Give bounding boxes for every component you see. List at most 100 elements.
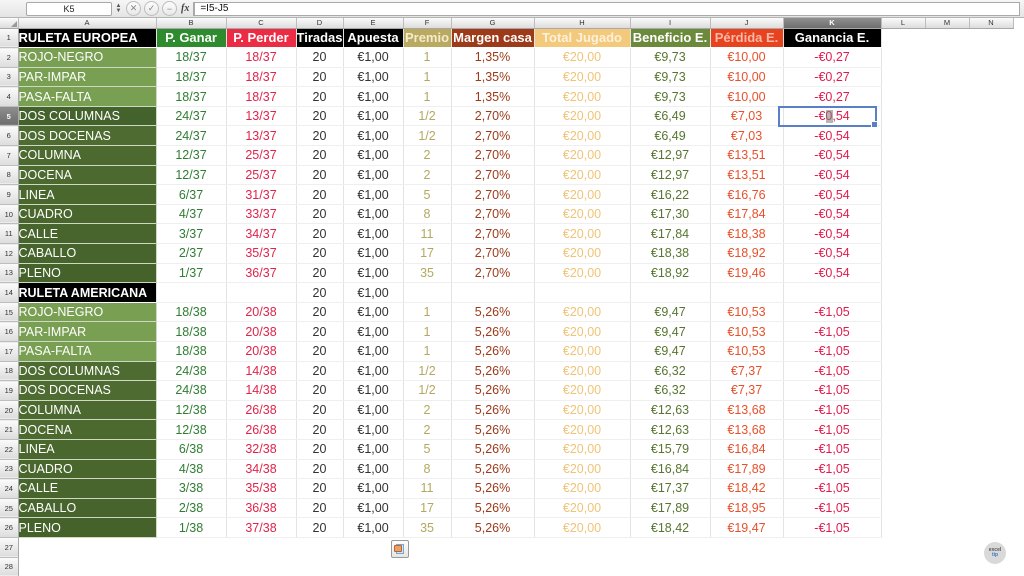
- empty-cell[interactable]: [925, 145, 970, 166]
- column-header-k[interactable]: K: [783, 18, 882, 29]
- cell-tiradas-23[interactable]: 20: [296, 459, 344, 480]
- cell-margen-18[interactable]: 5,26%: [451, 361, 535, 382]
- cell-apuesta-15[interactable]: €1,00: [343, 302, 404, 323]
- column-header-h[interactable]: H: [534, 18, 631, 29]
- cell-ganar-9[interactable]: 6/37: [156, 184, 227, 205]
- cell-tiradas-12[interactable]: 20: [296, 243, 344, 264]
- cell-ganar-25[interactable]: 2/38: [156, 498, 227, 519]
- cell-tiradas-4[interactable]: 20: [296, 86, 344, 107]
- cell-tiradas-19[interactable]: 20: [296, 380, 344, 401]
- cell-perder-8[interactable]: 25/37: [226, 165, 297, 186]
- accept-icon[interactable]: ✓: [144, 1, 159, 16]
- empty-cell[interactable]: [226, 557, 296, 576]
- cell-premio-16[interactable]: 1: [403, 321, 452, 342]
- empty-cell[interactable]: [925, 243, 970, 264]
- cell-ganancia-13[interactable]: -€0,54: [783, 263, 882, 284]
- empty-cell[interactable]: [969, 125, 1014, 146]
- row-header-15[interactable]: 15: [0, 302, 19, 323]
- empty-cell[interactable]: [925, 165, 970, 185]
- empty-cell[interactable]: [881, 184, 926, 205]
- cell-name-8[interactable]: DOCENA: [18, 165, 157, 186]
- cell-premio-19[interactable]: 1/2: [403, 380, 452, 401]
- cell-beneficio-3[interactable]: €9,73: [630, 67, 711, 88]
- empty-cell[interactable]: [710, 557, 784, 576]
- cell-perder-2[interactable]: 18/37: [226, 47, 297, 68]
- row-header-10[interactable]: 10: [0, 204, 19, 225]
- cell-premio-13[interactable]: 35: [403, 263, 452, 284]
- empty-cell[interactable]: [881, 243, 926, 264]
- cell-ganar-24[interactable]: 3/38: [156, 478, 227, 499]
- cell-tiradas-15[interactable]: 20: [296, 302, 344, 323]
- cell-total-7[interactable]: €20,00: [534, 145, 631, 166]
- empty-cell[interactable]: [925, 86, 970, 107]
- cell-perdida-2[interactable]: €10,00: [710, 47, 784, 68]
- cell-margen-4[interactable]: 1,35%: [451, 86, 535, 107]
- cell-name-5[interactable]: DOS COLUMNAS: [18, 106, 157, 127]
- cell-name-17[interactable]: PASA-FALTA: [18, 341, 157, 362]
- cell-name-18[interactable]: DOS COLUMNAS: [18, 361, 157, 382]
- empty-cell[interactable]: [881, 557, 926, 576]
- cell-name-10[interactable]: CUADRO: [18, 204, 157, 225]
- empty-cell[interactable]: [925, 223, 970, 244]
- cell-tiradas-22[interactable]: 20: [296, 439, 344, 460]
- cell-name-6[interactable]: DOS DOCENAS: [18, 125, 157, 147]
- cell-margen-9[interactable]: 2,70%: [451, 184, 535, 205]
- cell-beneficio-8[interactable]: €12,97: [630, 165, 711, 186]
- cell-margen-5[interactable]: 2,70%: [451, 106, 535, 127]
- row-header-5[interactable]: 5: [0, 106, 19, 127]
- cell-ganar-4[interactable]: 18/37: [156, 86, 227, 107]
- cell-margen-24[interactable]: 5,26%: [451, 478, 535, 499]
- cell-total-5[interactable]: €20,00: [534, 106, 631, 127]
- empty-cell[interactable]: [534, 557, 631, 576]
- cell-premio-3[interactable]: 1: [403, 67, 452, 88]
- cell-perder-22[interactable]: 32/38: [226, 439, 297, 460]
- empty-cell[interactable]: [969, 439, 1014, 460]
- cell-name-16[interactable]: PAR-IMPAR: [18, 321, 157, 342]
- empty-cell[interactable]: [925, 263, 970, 283]
- row-header-21[interactable]: 21: [0, 419, 19, 440]
- cell-perder-26[interactable]: 37/38: [226, 517, 297, 538]
- cell-tiradas-13[interactable]: 20: [296, 263, 344, 284]
- cell-perder-23[interactable]: 34/38: [226, 459, 297, 480]
- row-header-23[interactable]: 23: [0, 459, 19, 480]
- row-header-24[interactable]: 24: [0, 478, 19, 499]
- cell-perdida-17[interactable]: €10,53: [710, 341, 784, 362]
- row-header-7[interactable]: 7: [0, 145, 19, 166]
- cell-perder-12[interactable]: 35/37: [226, 243, 297, 264]
- empty-cell[interactable]: [925, 28, 970, 48]
- cell-margen-22[interactable]: 5,26%: [451, 439, 535, 460]
- empty-cell[interactable]: [226, 282, 297, 303]
- section-title-americana[interactable]: RULETA AMERICANA: [18, 282, 157, 303]
- cell-apuesta-12[interactable]: €1,00: [343, 243, 404, 264]
- cell-beneficio-15[interactable]: €9,47: [630, 302, 711, 323]
- cell-apuesta-16[interactable]: €1,00: [343, 321, 404, 342]
- cell-apuesta-14[interactable]: €1,00: [343, 282, 404, 303]
- cell-apuesta-17[interactable]: €1,00: [343, 341, 404, 362]
- cell-perder-4[interactable]: 18/37: [226, 86, 297, 107]
- cell-total-21[interactable]: €20,00: [534, 419, 631, 440]
- cell-beneficio-25[interactable]: €17,89: [630, 498, 711, 519]
- cell-total-17[interactable]: €20,00: [534, 341, 631, 362]
- row-header-6[interactable]: 6: [0, 125, 19, 147]
- empty-cell[interactable]: [969, 419, 1014, 440]
- cell-ganancia-12[interactable]: -€0,54: [783, 243, 882, 264]
- cell-apuesta-18[interactable]: €1,00: [343, 361, 404, 382]
- empty-cell[interactable]: [783, 282, 882, 303]
- column-header-a[interactable]: A: [18, 18, 157, 29]
- empty-cell[interactable]: [534, 537, 631, 558]
- cell-apuesta-11[interactable]: €1,00: [343, 223, 404, 245]
- empty-cell[interactable]: [783, 557, 882, 576]
- empty-cell[interactable]: [925, 557, 970, 576]
- empty-cell[interactable]: [925, 439, 970, 460]
- cell-premio-9[interactable]: 5: [403, 184, 452, 205]
- empty-cell[interactable]: [925, 478, 970, 499]
- empty-cell[interactable]: [881, 517, 926, 538]
- empty-cell[interactable]: [630, 557, 711, 576]
- cell-ganancia-16[interactable]: -€1,05: [783, 321, 882, 342]
- cell-beneficio-17[interactable]: €9,47: [630, 341, 711, 362]
- cell-margen-20[interactable]: 5,26%: [451, 400, 535, 421]
- cell-premio-21[interactable]: 2: [403, 419, 452, 440]
- empty-cell[interactable]: [969, 204, 1014, 224]
- cell-tiradas-21[interactable]: 20: [296, 419, 344, 440]
- cell-beneficio-9[interactable]: €16,22: [630, 184, 711, 205]
